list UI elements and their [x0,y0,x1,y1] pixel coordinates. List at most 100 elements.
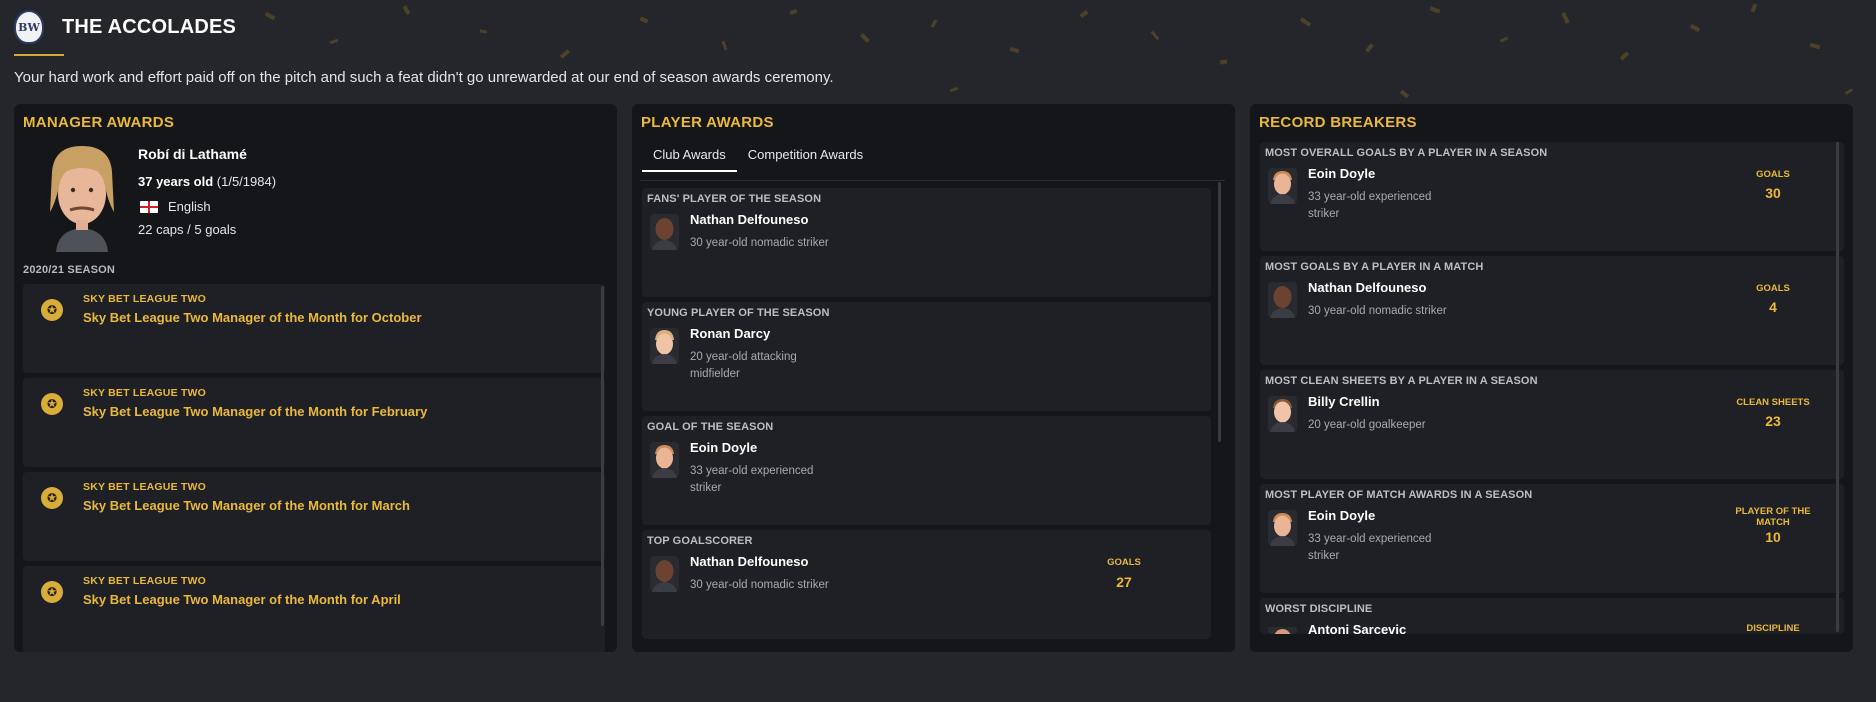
stat-value: 10 [1765,529,1781,545]
player-description: 30 year-old nomadic striker [690,237,829,249]
manager-nationality: English [140,199,211,214]
player-awards-panel: PLAYER AWARDS Club Awards Competition Aw… [632,104,1235,652]
player-award-card[interactable]: YOUNG PLAYER OF THE SEASON Ronan Darcy 2… [642,302,1211,411]
stat-value: 4 [1769,299,1777,315]
record-category: WORST DISCIPLINE [1265,603,1373,615]
player-avatar[interactable] [1268,396,1297,432]
record-card[interactable]: MOST PLAYER OF MATCH AWARDS IN A SEASON … [1260,484,1844,593]
award-title: Sky Bet League Two Manager of the Month … [83,404,428,419]
stat-label: GOALS [1756,283,1790,294]
player-name[interactable]: Nathan Delfouneso [690,212,808,227]
tabs-divider [640,180,1225,181]
player-awards-tabs: Club Awards Competition Awards [642,142,874,172]
player-description: 20 year-old goalkeeper [1308,419,1426,431]
stat-value: 30 [1765,185,1781,201]
award-competition: SKY BET LEAGUE TWO [83,481,206,493]
award-medal-icon: ✪ [41,393,63,415]
player-avatar[interactable] [1268,624,1297,634]
manager-name[interactable]: Robí di Lathamé [138,146,247,162]
player-avatar[interactable] [650,556,679,592]
award-category: GOAL OF THE SEASON [647,421,774,433]
record-category: MOST CLEAN SHEETS BY A PLAYER IN A SEASO… [1265,375,1538,387]
player-description: 20 year-old attacking midfielder [690,351,797,380]
award-category: YOUNG PLAYER OF THE SEASON [647,307,830,319]
tab-club-awards[interactable]: Club Awards [642,142,737,172]
record-category: MOST GOALS BY A PLAYER IN A MATCH [1265,261,1484,273]
header-row: BW THE ACCOLADES [14,10,236,44]
player-avatar[interactable] [1268,168,1297,204]
award-competition: SKY BET LEAGUE TWO [83,293,206,305]
manager-award-item[interactable]: ✪ SKY BET LEAGUE TWO Sky Bet League Two … [23,284,605,373]
manager-awards-title: MANAGER AWARDS [23,114,175,131]
manager-caps: 22 caps / 5 goals [138,222,237,237]
title-underline [14,54,64,56]
record-category: MOST OVERALL GOALS BY A PLAYER IN A SEAS… [1265,147,1548,159]
stat-value: 27 [1116,574,1132,590]
award-title: Sky Bet League Two Manager of the Month … [83,498,410,513]
stat-value: 23 [1765,413,1781,429]
player-avatar[interactable] [1268,282,1297,318]
player-name[interactable]: Eoin Doyle [1308,508,1375,523]
player-name[interactable]: Billy Crellin [1308,394,1380,409]
player-name[interactable]: Eoin Doyle [690,440,757,455]
award-medal-icon: ✪ [41,487,63,509]
manager-list-scrollbar[interactable] [601,286,604,626]
player-list-scrollbar[interactable] [1218,182,1221,442]
player-name[interactable]: Nathan Delfouneso [690,554,808,569]
record-category: MOST PLAYER OF MATCH AWARDS IN A SEASON [1265,489,1533,501]
award-title: Sky Bet League Two Manager of the Month … [83,592,401,607]
record-list: MOST OVERALL GOALS BY A PLAYER IN A SEAS… [1260,142,1844,639]
record-card[interactable]: MOST GOALS BY A PLAYER IN A MATCH Nathan… [1260,256,1844,365]
award-category: TOP GOALSCORER [647,535,753,547]
player-description: 30 year-old nomadic striker [1308,305,1447,317]
player-name[interactable]: Eoin Doyle [1308,166,1375,181]
manager-dob: (1/5/1984) [216,174,277,189]
record-card[interactable]: MOST CLEAN SHEETS BY A PLAYER IN A SEASO… [1260,370,1844,479]
player-awards-title: PLAYER AWARDS [641,114,774,131]
player-award-card[interactable]: TOP GOALSCORER Nathan Delfouneso 30 year… [642,530,1211,639]
player-avatar[interactable] [650,442,679,478]
season-label: 2020/21 SEASON [23,264,116,276]
manager-awards-panel: MANAGER AWARDS Robí di Lathamé 37 years … [14,104,617,652]
player-description: 33 year-old experienced striker [1308,533,1432,562]
intro-text: Your hard work and effort paid off on th… [14,69,834,86]
player-description: 33 year-old experienced striker [690,465,814,494]
england-flag-icon [140,200,158,213]
stat-label: GOALS [1107,557,1141,568]
player-name[interactable]: Antoni Sarcevic [1308,622,1406,637]
player-description: 33 year-old experienced striker [1308,191,1432,220]
stat-label: GOALS [1756,169,1790,180]
stat-label: PLAYER OF THE MATCH [1735,506,1811,528]
crest-text: BW [18,20,40,34]
player-name[interactable]: Nathan Delfouneso [1308,280,1426,295]
manager-age: 37 years old [138,174,214,189]
manager-avatar[interactable] [42,142,122,252]
tab-competition-awards[interactable]: Competition Awards [737,142,874,172]
manager-award-list: ✪ SKY BET LEAGUE TWO Sky Bet League Two … [23,284,605,652]
page-title: THE ACCOLADES [62,15,237,38]
player-avatar[interactable] [1268,510,1297,546]
manager-award-item[interactable]: ✪ SKY BET LEAGUE TWO Sky Bet League Two … [23,566,605,652]
player-description: 30 year-old nomadic striker [690,579,829,591]
club-crest-icon: BW [14,10,44,44]
record-breakers-title: RECORD BREAKERS [1259,114,1417,131]
player-avatar[interactable] [650,214,679,250]
player-avatar[interactable] [650,328,679,364]
record-card[interactable]: MOST OVERALL GOALS BY A PLAYER IN A SEAS… [1260,142,1844,251]
stat-label: CLEAN SHEETS [1736,397,1810,408]
player-award-card[interactable]: GOAL OF THE SEASON Eoin Doyle 33 year-ol… [642,416,1211,525]
player-name[interactable]: Ronan Darcy [690,326,770,341]
stat-label: DISCIPLINE [1746,623,1800,634]
record-breakers-panel: RECORD BREAKERS MOST OVERALL GOALS BY A … [1250,104,1853,652]
manager-award-item[interactable]: ✪ SKY BET LEAGUE TWO Sky Bet League Two … [23,472,605,561]
nationality-label: English [168,199,211,214]
manager-award-item[interactable]: ✪ SKY BET LEAGUE TWO Sky Bet League Two … [23,378,605,467]
record-list-scrollbar[interactable] [1836,142,1839,632]
award-category: FANS' PLAYER OF THE SEASON [647,193,822,205]
player-award-card[interactable]: FANS' PLAYER OF THE SEASON Nathan Delfou… [642,188,1211,297]
award-competition: SKY BET LEAGUE TWO [83,387,206,399]
award-medal-icon: ✪ [41,299,63,321]
player-award-list: FANS' PLAYER OF THE SEASON Nathan Delfou… [642,188,1211,644]
record-card[interactable]: WORST DISCIPLINE Antoni Sarcevic DISCIPL… [1260,598,1844,637]
manager-age-row: 37 years old (1/5/1984) [138,174,276,189]
